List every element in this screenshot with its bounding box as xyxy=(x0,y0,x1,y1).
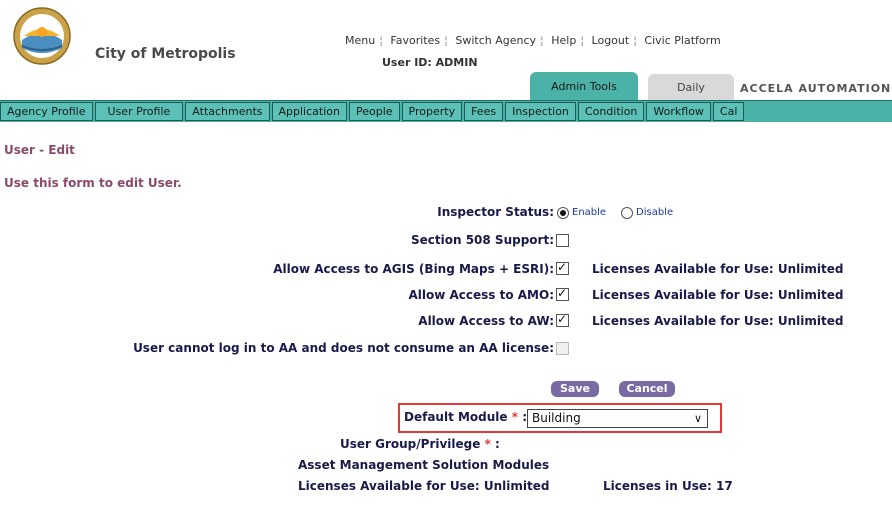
nav-calendar[interactable]: Cal xyxy=(712,102,745,121)
page-title: User - Edit xyxy=(4,143,75,157)
amo-access-label: Allow Access to AMO: xyxy=(408,288,554,302)
default-module-value: Building xyxy=(532,411,581,425)
page-instructions: Use this form to edit User. xyxy=(4,176,182,190)
enable-radio-label: Enable xyxy=(572,207,607,218)
menu-link[interactable]: Menu xyxy=(345,34,375,47)
nav-people[interactable]: People xyxy=(348,102,400,121)
switch-agency-link[interactable]: Switch Agency xyxy=(455,34,536,47)
required-marker: * xyxy=(511,410,519,424)
favorites-link[interactable]: Favorites xyxy=(390,34,440,47)
nav-condition[interactable]: Condition xyxy=(577,102,645,121)
city-logo xyxy=(12,6,72,66)
brand-text: ACCELA AUTOMATION© xyxy=(740,82,892,95)
aw-access-label: Allow Access to AW: xyxy=(418,314,554,328)
user-group-label-text: User Group/Privilege xyxy=(340,437,481,451)
user-group-label: User Group/Privilege * : xyxy=(340,437,500,451)
nav-user-profile[interactable]: User Profile xyxy=(94,102,184,121)
inspector-status-enable-radio[interactable] xyxy=(557,207,569,219)
chevron-down-icon: ∨ xyxy=(693,412,702,425)
inspector-status-disable-radio[interactable] xyxy=(621,207,633,219)
section-508-checkbox[interactable] xyxy=(556,234,569,247)
default-module-label: Default Module * : xyxy=(404,410,527,424)
required-marker: * xyxy=(484,437,491,451)
top-links: Menu ¦ Favorites ¦ Switch Agency ¦ Help ¦ Lo… xyxy=(345,34,721,47)
help-link[interactable]: Help xyxy=(551,34,576,47)
logout-link[interactable]: Logout xyxy=(592,34,630,47)
nav-agency-profile[interactable]: Agency Profile xyxy=(0,102,93,121)
tab-daily[interactable]: Daily xyxy=(648,74,734,100)
label-colon: : xyxy=(495,437,500,451)
agis-license-text: Licenses Available for Use: Unlimited xyxy=(592,262,844,276)
aw-license-text: Licenses Available for Use: Unlimited xyxy=(592,314,844,328)
nav-inspection[interactable]: Inspection xyxy=(505,102,576,121)
aw-access-checkbox[interactable] xyxy=(556,312,569,327)
amo-license-text: Licenses Available for Use: Unlimited xyxy=(592,288,844,302)
nav-workflow[interactable]: Workflow xyxy=(646,102,711,121)
header: City of Metropolis Menu ¦ Favorites ¦ Swit… xyxy=(0,0,892,100)
disable-radio-label: Disable xyxy=(636,207,674,218)
amo-access-checkbox[interactable] xyxy=(556,286,569,301)
licenses-available-text: Licenses Available for Use: Unlimited xyxy=(298,479,550,493)
agis-access-checkbox[interactable] xyxy=(556,260,569,275)
licenses-in-use-text: Licenses in Use: 17 xyxy=(603,479,733,493)
civic-platform-link[interactable]: Civic Platform xyxy=(644,34,720,47)
nav-property[interactable]: Property xyxy=(401,102,463,121)
asset-management-heading: Asset Management Solution Modules xyxy=(298,458,550,472)
section-508-label: Section 508 Support: xyxy=(411,233,554,247)
no-aa-license-label: User cannot log in to AA and does not co… xyxy=(133,341,554,355)
default-module-label-text: Default Module xyxy=(404,410,508,424)
user-id: User ID: ADMIN xyxy=(382,56,478,69)
admin-navbar: Agency Profile User Profile Attachments … xyxy=(0,100,892,122)
default-module-select[interactable]: Building ∨ xyxy=(527,409,708,428)
tab-admin-tools[interactable]: Admin Tools xyxy=(530,72,638,100)
nav-application[interactable]: Application xyxy=(271,102,347,121)
agis-access-label: Allow Access to AGIS (Bing Maps + ESRI): xyxy=(273,262,554,276)
cancel-button[interactable]: Cancel xyxy=(619,381,675,397)
save-button[interactable]: Save xyxy=(551,381,599,397)
inspector-status-label: Inspector Status: xyxy=(437,205,554,219)
no-aa-license-checkbox xyxy=(556,342,569,355)
nav-fees[interactable]: Fees xyxy=(464,102,504,121)
agency-name: City of Metropolis xyxy=(95,46,236,62)
nav-attachments[interactable]: Attachments xyxy=(185,102,270,121)
